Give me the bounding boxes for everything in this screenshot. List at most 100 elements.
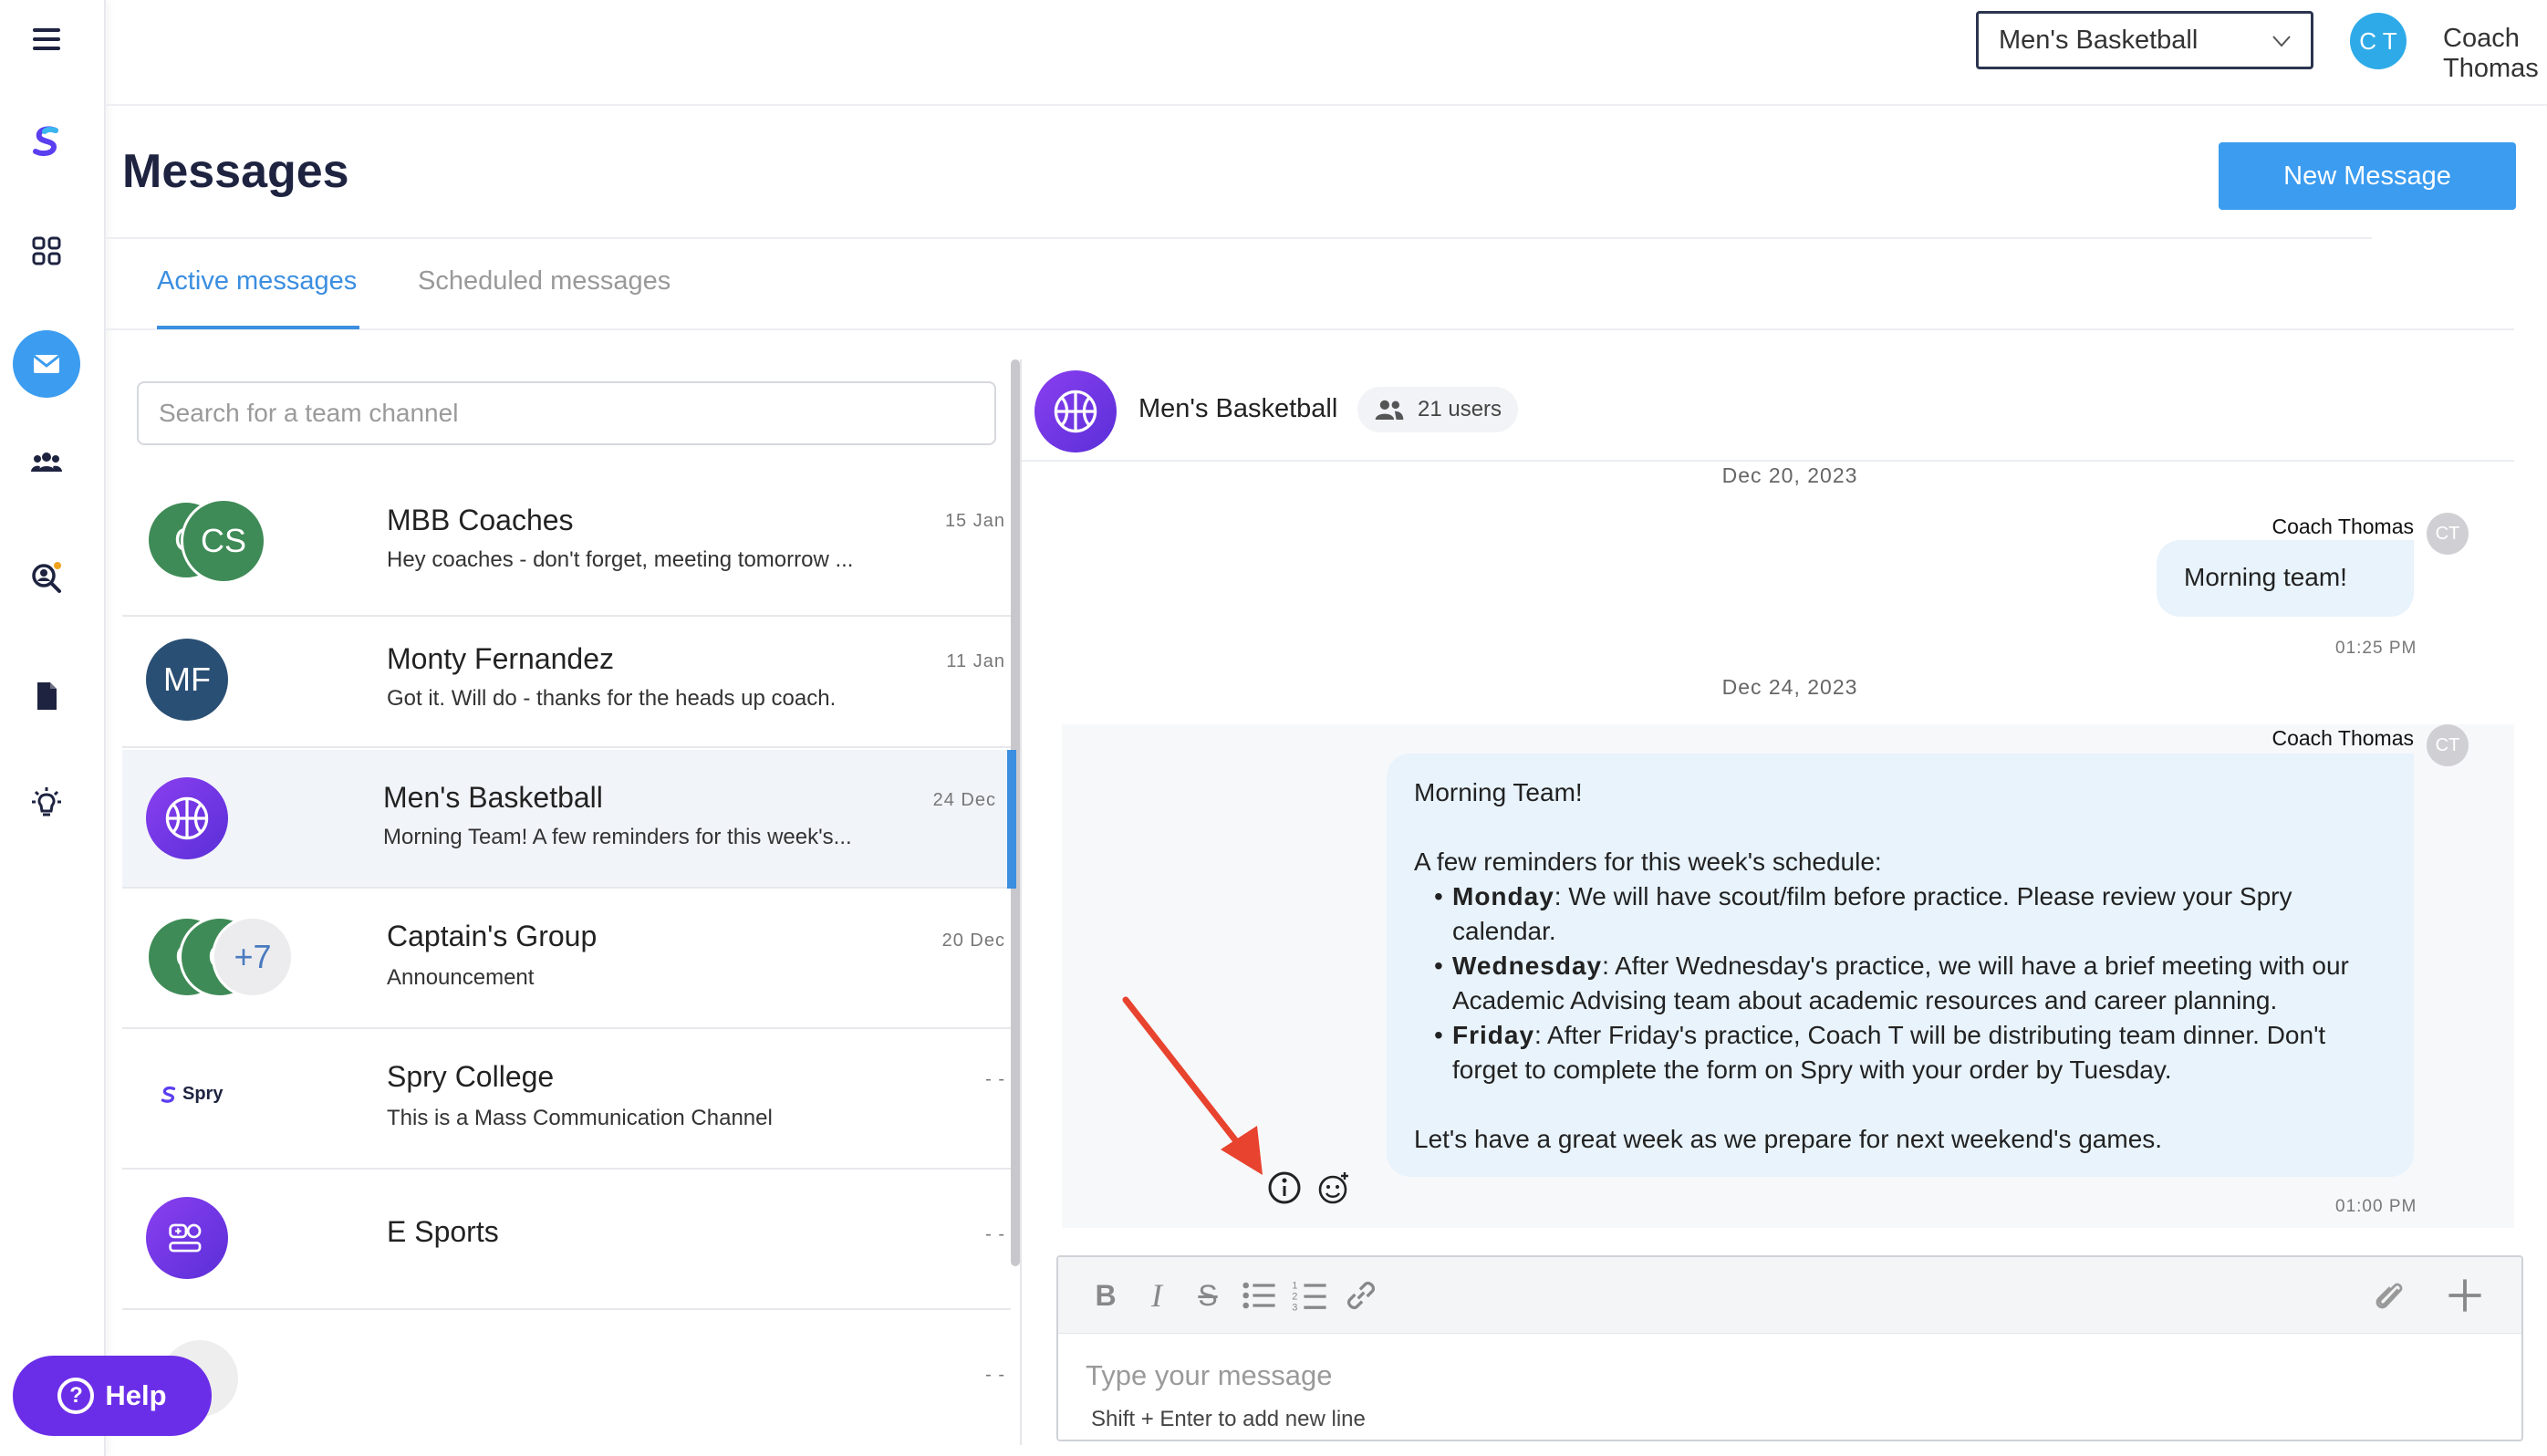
formatting-toolbar: B I S 123 [1058, 1257, 2521, 1334]
channel-avatar: MF [146, 639, 228, 721]
channel-preview: Got it. Will do - thanks for the heads u… [387, 686, 837, 711]
lightbulb-icon[interactable] [13, 770, 80, 837]
hamburger-menu-icon[interactable] [13, 5, 80, 73]
message-bullet-list: Monday: We will have scout/film before p… [1434, 879, 2386, 1087]
bullet-list-icon[interactable] [1239, 1275, 1279, 1316]
message-closing: Let's have a great week as we prepare fo… [1414, 1125, 2163, 1153]
top-bar: Men's Basketball C T Coach Thomas [106, 0, 2547, 106]
bold-icon[interactable]: B [1086, 1275, 1126, 1316]
users-icon [1375, 400, 1404, 421]
message-input[interactable] [1086, 1359, 2454, 1392]
help-button[interactable]: ? Help [13, 1356, 212, 1436]
annotation-arrow-icon [1122, 996, 1263, 1175]
document-icon[interactable] [13, 662, 80, 730]
spry-logo: Spry [159, 1084, 223, 1105]
tab-active-messages[interactable]: Active messages [157, 266, 357, 296]
team-select-value: Men's Basketball [1999, 25, 2199, 55]
channel-name: E Sports [387, 1215, 499, 1248]
chevron-down-icon [2272, 36, 2291, 47]
italic-icon[interactable]: I [1137, 1275, 1177, 1316]
bullet-text: : We will have scout/film before practic… [1452, 882, 2292, 945]
spry-s-icon [161, 1086, 176, 1103]
message-composer: B I S 123 Shift + Enter to add new line [1056, 1255, 2523, 1441]
users-count-button[interactable]: 21 users [1357, 387, 1519, 432]
basketball-icon [146, 777, 228, 859]
message-time: 01:25 PM [2335, 639, 2417, 658]
plus-icon[interactable] [2445, 1275, 2485, 1316]
channel-date: 24 Dec [932, 790, 996, 810]
gamepad-icon [146, 1197, 228, 1279]
channel-row-mens-basketball[interactable]: Men's Basketball Morning Team! A few rem… [122, 750, 1016, 889]
spry-logo-icon[interactable] [13, 108, 80, 175]
channel-date: 20 Dec [941, 931, 1005, 951]
bullet-day: Wednesday [1452, 952, 1603, 980]
team-users-icon[interactable] [13, 429, 80, 496]
bullet-text: : After Friday's practice, Coach T will … [1452, 1021, 2326, 1084]
message-bullet: Wednesday: After Wednesday's practice, w… [1434, 949, 2386, 1018]
message-greeting: Morning Team! [1414, 778, 1583, 806]
channel-date: 15 Jan [944, 511, 1005, 531]
channel-row-mbb-coaches[interactable]: C CS MBB Coaches Hey coaches - don't for… [122, 478, 1011, 617]
spry-logo-text: Spry [182, 1084, 224, 1104]
dashboard-grid-icon[interactable] [13, 217, 80, 285]
svg-text:2: 2 [1292, 1291, 1297, 1302]
channel-date: - - [985, 1224, 1005, 1244]
channel-name: Spry College [387, 1060, 555, 1093]
search-user-icon[interactable] [13, 544, 80, 611]
attachment-icon[interactable] [2370, 1275, 2410, 1316]
message-bubble[interactable]: Morning team! [2157, 540, 2414, 617]
sender-avatar: CT [2427, 724, 2469, 766]
message-sender: Coach Thomas [2272, 726, 2414, 750]
channel-name: Men's Basketball [383, 781, 603, 814]
add-reaction-icon[interactable] [1315, 1170, 1352, 1206]
divider [106, 328, 2514, 330]
basketball-icon [1034, 370, 1117, 452]
message-text: Morning team! [2184, 563, 2347, 591]
active-tab-indicator [157, 326, 359, 329]
date-separator: Dec 24, 2023 [1721, 675, 1858, 699]
users-count: 21 users [1418, 397, 1502, 421]
channel-name: MBB Coaches [387, 504, 574, 536]
channel-name: Captain's Group [387, 920, 598, 952]
channel-date: 11 Jan [946, 651, 1005, 671]
channel-name: Monty Fernandez [387, 642, 615, 675]
user-name[interactable]: Coach Thomas [2443, 24, 2547, 84]
channel-preview: Morning Team! A few reminders for this w… [383, 825, 852, 849]
page-title: Messages [122, 145, 349, 198]
sidebar [0, 0, 106, 1456]
message-bullet: Monday: We will have scout/film before p… [1434, 879, 2386, 949]
channel-preview: This is a Mass Communication Channel [387, 1106, 773, 1130]
composer-hint: Shift + Enter to add new line [1091, 1407, 1366, 1431]
channel-preview: Hey coaches - don't forget, meeting tomo… [387, 547, 854, 572]
divider [1020, 359, 1022, 1445]
svg-text:3: 3 [1292, 1303, 1297, 1314]
message-intro: A few reminders for this week's schedule… [1414, 848, 1882, 876]
sender-avatar: CT [2427, 513, 2469, 555]
message-bullet: Friday: After Friday's practice, Coach T… [1434, 1018, 2386, 1087]
numbered-list-icon[interactable]: 123 [1290, 1275, 1330, 1316]
link-icon[interactable] [1341, 1275, 1381, 1316]
bullet-day: Friday [1452, 1021, 1535, 1049]
new-message-button[interactable]: New Message [2219, 142, 2516, 210]
channel-row-partial[interactable]: - - [122, 1312, 1011, 1451]
channel-row-monty-fernandez[interactable]: MF Monty Fernandez Got it. Will do - tha… [122, 609, 1011, 748]
channel-search-input[interactable] [137, 381, 996, 445]
messages-mail-icon[interactable] [13, 330, 80, 398]
channel-row-e-sports[interactable]: E Sports - - [122, 1171, 1011, 1310]
date-separator: Dec 20, 2023 [1721, 463, 1858, 487]
conversation-title: Men's Basketball [1138, 394, 1338, 423]
message-bubble[interactable]: Morning Team! A few reminders for this w… [1387, 754, 2414, 1177]
channel-date: - - [985, 1069, 1005, 1089]
strikethrough-icon[interactable]: S [1188, 1275, 1228, 1316]
user-avatar[interactable]: C T [2350, 13, 2407, 69]
svg-text:1: 1 [1292, 1280, 1297, 1291]
channel-row-captains-group[interactable]: C C +7 Captain's Group Announcement 20 D… [122, 890, 1011, 1029]
message-time: 01:00 PM [2335, 1197, 2417, 1216]
channel-avatar: CS [181, 498, 266, 584]
bullet-day: Monday [1452, 882, 1554, 910]
channel-date: - - [985, 1365, 1005, 1385]
channel-row-spry-college[interactable]: Spry Spry College This is a Mass Communi… [122, 1031, 1011, 1170]
question-icon: ? [57, 1378, 95, 1414]
tab-scheduled-messages[interactable]: Scheduled messages [418, 266, 671, 296]
team-select[interactable]: Men's Basketball [1976, 11, 2313, 69]
